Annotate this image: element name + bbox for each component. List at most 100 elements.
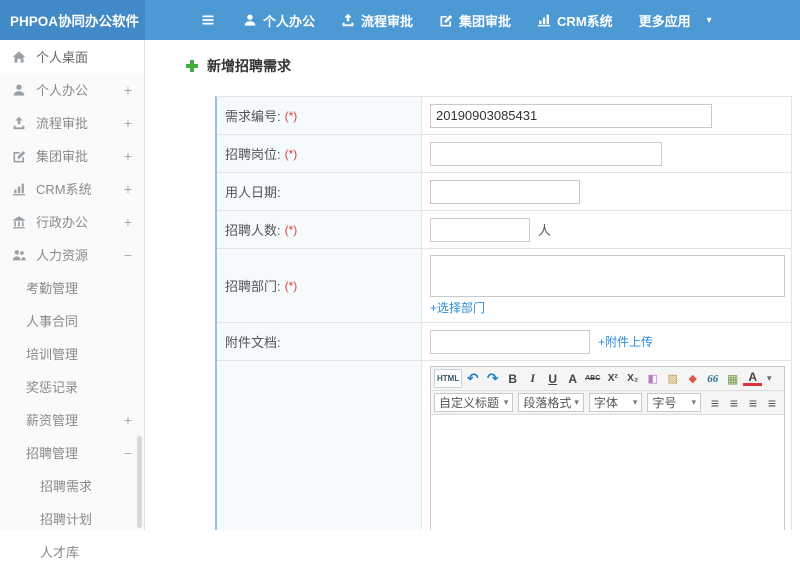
chevron-down-icon: ▾ [707,15,712,26]
sidebar-item-label: CRM系统 [36,179,92,198]
sidebar-item-hr-contract[interactable]: 人事合同 [0,304,144,337]
user-icon [12,83,28,97]
form-row-attachment: 附件文档: +附件上传 [217,323,791,361]
underline-button[interactable]: U [543,369,562,388]
expand-icon: + [124,148,132,164]
sidebar-item-group-approval[interactable]: 集团审批 + [0,139,144,172]
required-marker: (*) [285,223,298,237]
page-title: 新增招聘需求 [207,56,291,76]
sidebar-item-label: 招聘管理 [26,443,78,462]
recruit-position-input[interactable] [430,142,662,166]
sidebar-item-training-mgmt[interactable]: 培训管理 [0,337,144,370]
nav-label: 流程审批 [361,11,413,30]
nav-label: 更多应用 [639,11,691,30]
form-row-position-requirements: 岗位要求: (*) HTML ↶ ↷ B I U A ABC X² X₂ [217,361,791,530]
align-center-button[interactable]: ≡ [725,393,743,412]
field-label: 招聘岗位: [225,144,281,163]
strikethrough-button[interactable]: ABC [583,369,602,388]
paragraph-select-value: 段落格式 [523,394,571,411]
sidebar-item-human-resources[interactable]: 人力资源 − [0,238,144,271]
add-plus-icon [185,59,199,73]
expand-icon: + [124,181,132,197]
required-marker: (*) [285,109,298,123]
more-tools-caret-icon[interactable]: ▾ [763,369,775,388]
heading-select[interactable]: 自定义标题 ▾ [434,393,513,412]
field-label: 招聘人数: [225,220,281,239]
recruit-count-input[interactable] [430,218,530,242]
form-row-demand-number: 需求编号: (*) [217,97,791,135]
select-department-link[interactable]: +选择部门 [430,299,485,316]
attachment-input[interactable] [430,330,590,354]
align-left-button[interactable]: ≡ [706,393,724,412]
collapse-icon: − [124,247,132,263]
nav-label: CRM系统 [557,11,613,30]
color-palette-icon[interactable]: ◆ [683,369,702,388]
demand-number-input[interactable] [430,104,712,128]
subscript-button[interactable]: X₂ [623,369,642,388]
sidebar-item-label: 人事合同 [26,311,78,330]
editor-content-area[interactable] [431,415,784,530]
required-marker: (*) [285,147,298,161]
sidebar-item-personal-office[interactable]: 个人办公 + [0,73,144,106]
field-label: 需求编号: [225,106,281,125]
font-size-select[interactable]: 字号 ▾ [647,393,701,412]
undo-icon[interactable]: ↶ [463,369,482,388]
sidebar-item-recruit-mgmt[interactable]: 招聘管理 − [0,436,144,469]
expand-icon: + [124,214,132,230]
sidebar-item-workflow-approval[interactable]: 流程审批 + [0,106,144,139]
align-justify-button[interactable]: ≡ [763,393,781,412]
italic-button[interactable]: I [523,369,542,388]
expand-icon: + [124,412,132,428]
format-brush-icon[interactable]: ▨ [663,369,682,388]
page-title-row: 新增招聘需求 [185,56,800,76]
font-family-select[interactable]: 字体 ▾ [589,393,643,412]
sidebar-item-attendance-mgmt[interactable]: 考勤管理 [0,271,144,304]
sidebar-item-recruit-demand[interactable]: 招聘需求 [0,469,144,502]
edit-icon [12,149,28,163]
font-size-select-value: 字号 [652,394,676,411]
sidebar-item-label: 个人办公 [36,80,88,99]
font-button[interactable]: A [563,369,582,388]
sidebar-item-recruit-plan[interactable]: 招聘计划 [0,502,144,535]
table-icon[interactable]: ▦ [723,369,742,388]
paragraph-format-select[interactable]: 段落格式 ▾ [518,393,583,412]
superscript-button[interactable]: X² [603,369,622,388]
sidebar-item-label: 人力资源 [36,245,88,264]
sidebar-item-label: 集团审批 [36,146,88,165]
font-color-button[interactable]: A [743,371,762,386]
employ-date-input[interactable] [430,180,580,204]
expand-icon: + [124,115,132,131]
menu-toggle-icon[interactable] [201,13,215,27]
topbar: PHPOA协同办公软件 个人办公 流程审批 集团审批 CRM系统 更多应用 ▾ [0,0,800,40]
sidebar-item-talent-pool[interactable]: 人才库 [0,535,144,568]
eraser-icon[interactable]: ◧ [643,369,662,388]
redo-icon[interactable]: ↷ [483,369,502,388]
collapse-icon: − [124,445,132,461]
chart-icon [12,182,28,196]
sidebar-item-admin-office[interactable]: 行政办公 + [0,205,144,238]
attachment-upload-link[interactable]: +附件上传 [598,333,653,350]
sidebar-item-crm-system[interactable]: CRM系统 + [0,172,144,205]
sidebar-item-salary-mgmt[interactable]: 薪资管理 + [0,403,144,436]
sidebar-item-personal-desktop[interactable]: 个人桌面 [0,40,144,73]
html-source-button[interactable]: HTML [434,369,462,388]
align-right-button[interactable]: ≡ [744,393,762,412]
app-logo: PHPOA协同办公软件 [0,0,145,40]
bold-button[interactable]: B [503,369,522,388]
sidebar-item-label: 人才库 [40,542,79,561]
blockquote-button[interactable]: 66 [703,369,722,388]
flow-icon [341,13,355,27]
expand-icon: + [124,82,132,98]
nav-more-apps[interactable]: 更多应用 ▾ [639,11,712,30]
sidebar-item-rewards-records[interactable]: 奖惩记录 [0,370,144,403]
people-icon [12,248,28,262]
nav-workflow-approval[interactable]: 流程审批 [341,11,413,30]
top-nav: 个人办公 流程审批 集团审批 CRM系统 更多应用 ▾ [243,11,712,30]
nav-group-approval[interactable]: 集团审批 [439,11,511,30]
chevron-down-icon: ▾ [504,397,509,408]
sidebar-scrollbar[interactable] [137,436,142,528]
nav-personal-office[interactable]: 个人办公 [243,11,315,30]
user-icon [243,13,257,27]
nav-crm-system[interactable]: CRM系统 [537,11,613,30]
recruit-department-textarea[interactable] [430,255,785,297]
